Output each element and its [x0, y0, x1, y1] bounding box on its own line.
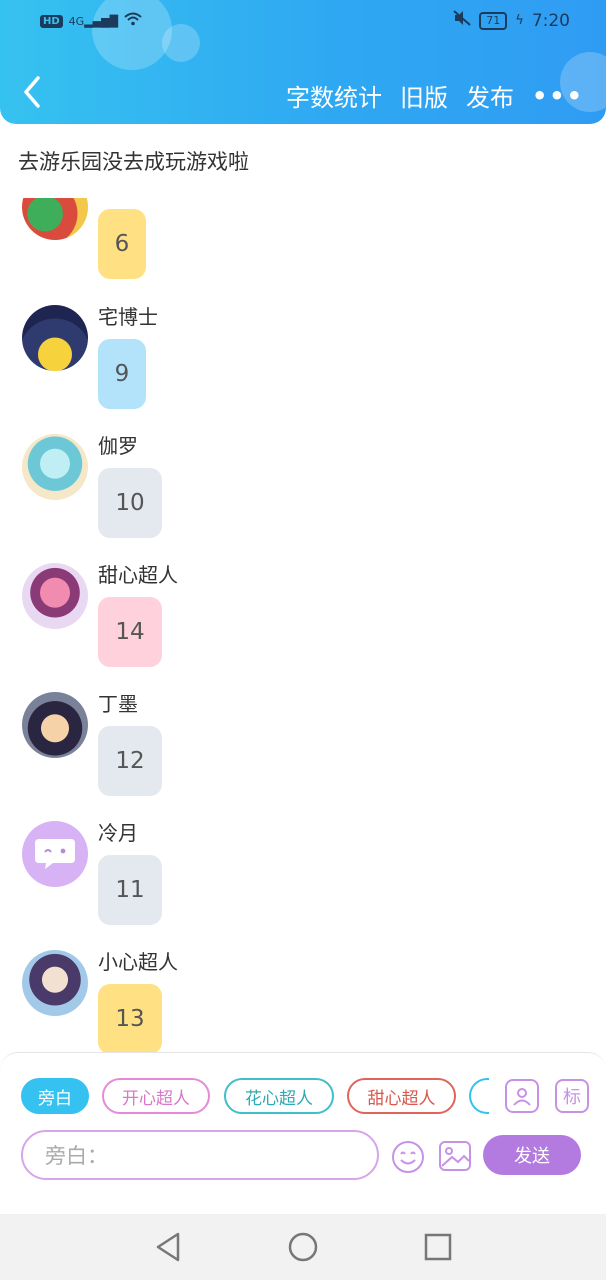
square-recents-icon	[424, 1233, 452, 1261]
wifi-icon	[124, 12, 142, 30]
username: 甜心超人	[98, 563, 178, 587]
list-item: 宅博士 9	[22, 305, 582, 425]
image-button[interactable]	[438, 1139, 472, 1173]
list-item: 伽罗 10	[22, 434, 582, 554]
avatar[interactable]	[22, 563, 88, 629]
list-item: 6	[22, 176, 582, 296]
list-item: 冷月 11	[22, 821, 582, 941]
chevron-left-icon	[24, 76, 40, 108]
message-bubble[interactable]: 13	[98, 984, 162, 1054]
message-bubble[interactable]: 12	[98, 726, 162, 796]
hd-badge: HD	[40, 14, 63, 28]
composer-panel: 旁白 开心超人 花心超人 甜心超人 标 旁白： 发送	[0, 1052, 606, 1215]
status-bar-right: 71 ϟ 7:20	[453, 10, 570, 31]
signal-icon: 4G▂▄▆█	[68, 14, 119, 28]
header-actions: 字数统计 旧版 发布 •••	[286, 78, 584, 113]
list-item: 丁墨 12	[22, 692, 582, 812]
system-navigation-bar	[0, 1214, 606, 1280]
word-count-button[interactable]: 字数统计	[286, 78, 382, 113]
message-bubble[interactable]: 11	[98, 855, 162, 925]
role-chip-flower-superman[interactable]: 花心超人	[224, 1078, 334, 1114]
avatar[interactable]	[22, 305, 88, 371]
triangle-back-icon	[156, 1232, 180, 1262]
role-chip-happy-superman[interactable]: 开心超人	[102, 1078, 210, 1114]
decorative-bubble	[162, 24, 200, 62]
smiley-icon	[392, 1141, 424, 1173]
person-icon	[513, 1088, 531, 1106]
username: 宅博士	[98, 305, 158, 329]
status-bar-left: HD 4G▂▄▆█	[40, 12, 142, 30]
avatar[interactable]	[22, 198, 88, 240]
character-manager-button[interactable]	[505, 1079, 539, 1113]
more-options-button[interactable]: •••	[532, 84, 584, 108]
username: 丁墨	[98, 692, 138, 716]
nav-back-button[interactable]	[152, 1230, 186, 1264]
nav-recents-button[interactable]	[421, 1230, 455, 1264]
send-button[interactable]: 发送	[483, 1135, 581, 1175]
nav-home-button[interactable]	[286, 1230, 320, 1264]
emoji-button[interactable]	[390, 1139, 426, 1175]
username: 伽罗	[98, 434, 138, 458]
charging-icon: ϟ	[515, 13, 524, 28]
circle-home-icon	[288, 1232, 318, 1262]
top-app-bar: HD 4G▂▄▆█ 71 ϟ 7:20 字数统计 旧版 发布 •••	[0, 0, 606, 124]
decorative-bubble	[92, 0, 172, 70]
image-icon	[439, 1141, 471, 1171]
list-item: 甜心超人 14	[22, 563, 582, 683]
mute-icon	[453, 10, 471, 31]
avatar[interactable]	[22, 434, 88, 500]
username: 小心超人	[98, 950, 178, 974]
avatar[interactable]	[22, 821, 88, 887]
role-chip-sweet-superman[interactable]: 甜心超人	[347, 1078, 456, 1114]
username: 冷月	[98, 821, 138, 845]
message-bubble[interactable]: 9	[98, 339, 146, 409]
publish-button[interactable]: 发布	[466, 78, 514, 113]
clock: 7:20	[531, 10, 570, 31]
avatar[interactable]	[22, 950, 88, 1016]
role-chip-partial[interactable]	[469, 1078, 489, 1114]
tag-button[interactable]: 标	[555, 1079, 589, 1113]
role-chip-narrator[interactable]: 旁白	[21, 1078, 89, 1114]
message-bubble[interactable]: 6	[98, 209, 146, 279]
chat-bubble-icon	[35, 839, 75, 869]
back-button[interactable]	[20, 74, 48, 110]
story-title: 去游乐园没去成玩游戏啦	[18, 150, 249, 174]
old-version-button[interactable]: 旧版	[400, 78, 448, 113]
message-bubble[interactable]: 14	[98, 597, 162, 667]
battery-icon: 71	[479, 11, 508, 30]
message-input[interactable]: 旁白：	[21, 1130, 379, 1180]
message-bubble[interactable]: 10	[98, 468, 162, 538]
avatar[interactable]	[22, 692, 88, 758]
